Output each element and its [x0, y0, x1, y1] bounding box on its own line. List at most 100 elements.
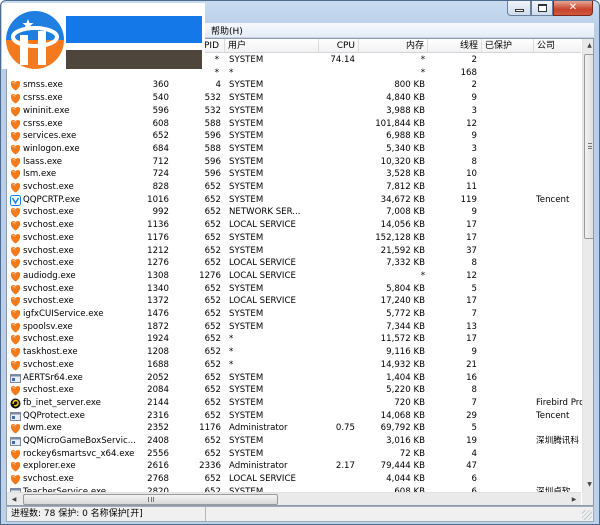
- memory-cell: 7,344 KB: [386, 321, 425, 332]
- parent-pid-cell: 652: [204, 258, 221, 269]
- process-row[interactable]: svchost.exe 1212 652 SYSTEM 21,592 KB 37: [7, 245, 581, 258]
- process-row[interactable]: lsm.exe 724 596 SYSTEM 3,528 KB 10: [7, 168, 581, 181]
- process-row[interactable]: svchost.exe 2084 652 SYSTEM 5,220 KB 8: [7, 384, 581, 397]
- shield-icon: [11, 271, 20, 282]
- pid-cell: 1308: [147, 270, 169, 281]
- column-threads[interactable]: 线程: [428, 39, 482, 53]
- scroll-up-arrow-icon[interactable]: ▲: [583, 39, 593, 53]
- threads-cell: 47: [466, 461, 477, 472]
- shield-icon: [11, 348, 20, 358]
- minimize-button[interactable]: [507, 1, 531, 16]
- scroll-down-arrow-icon[interactable]: ▼: [583, 478, 593, 492]
- scroll-left-arrow-icon[interactable]: ◀: [7, 493, 21, 505]
- status-bar: 进程数: 78 保护: 0 名称保护[开]: [6, 506, 594, 522]
- logo-icon: [6, 11, 64, 69]
- process-row[interactable]: csrss.exe 608 588 SYSTEM 101,844 KB 12: [7, 118, 581, 131]
- menu-help[interactable]: 帮助(H): [211, 24, 243, 37]
- column-memory[interactable]: 内存: [359, 39, 428, 53]
- memory-cell: 3,016 KB: [386, 436, 425, 446]
- parent-pid-cell: 652: [204, 296, 221, 307]
- window-controls: ✕: [507, 1, 593, 16]
- process-row[interactable]: services.exe 652 596 SYSTEM 6,988 KB 9: [7, 130, 581, 143]
- parent-pid-cell: 596: [204, 156, 221, 167]
- parent-pid-cell: 596: [204, 131, 221, 142]
- user-cell: SYSTEM: [229, 55, 264, 65]
- process-row[interactable]: dwm.exe 2352 1176 Administrator 0.75 69,792 K…: [7, 422, 581, 435]
- memory-cell: 79,444 KB: [380, 461, 425, 472]
- shield-icon: [11, 208, 20, 218]
- horizontal-scrollbar[interactable]: ◀ ▶: [7, 492, 581, 505]
- process-row[interactable]: svchost.exe 2768 652 LOCAL SERVICE 4,044 KB 6: [7, 473, 581, 486]
- threads-cell: 8: [471, 258, 477, 269]
- user-cell: Administrator: [229, 461, 288, 472]
- threads-cell: 17: [466, 334, 477, 345]
- process-row[interactable]: svchost.exe 1924 652 * 11,572 KB 17: [7, 333, 581, 346]
- parent-pid-cell: 1176: [199, 423, 221, 434]
- process-row[interactable]: AERTSr64.exe 2052 652 SYSTEM 1,404 KB 16: [7, 372, 581, 385]
- user-cell: SYSTEM: [229, 232, 264, 243]
- parent-pid-cell: 652: [204, 245, 221, 256]
- app-window-icon: [10, 373, 21, 383]
- user-cell: SYSTEM: [229, 80, 264, 91]
- user-cell: SYSTEM: [229, 182, 264, 192]
- pid-cell: 992: [152, 207, 169, 218]
- process-row[interactable]: audiodg.exe 1308 1276 LOCAL SERVICE * 12: [7, 270, 581, 283]
- user-cell: Administrator: [229, 423, 288, 434]
- process-row[interactable]: svchost.exe 1136 652 LOCAL SERVICE 14,056 KB…: [7, 219, 581, 232]
- maximize-button[interactable]: [531, 1, 553, 16]
- column-company[interactable]: 公司: [534, 39, 581, 53]
- column-user[interactable]: 用户: [225, 39, 319, 53]
- user-cell: SYSTEM: [229, 410, 264, 421]
- shield-icon: [11, 462, 20, 472]
- shield-icon: [11, 81, 20, 91]
- process-row[interactable]: rockey6smartsvc_x64.exe 2556 652 SYSTEM 72 K…: [7, 448, 581, 461]
- vertical-scroll-thumb[interactable]: [584, 54, 593, 239]
- process-row[interactable]: fb_inet_server.exe 2144 652 SYSTEM 720 KB 7 Fi…: [7, 397, 582, 410]
- process-row[interactable]: taskhost.exe 1208 652 * 9,116 KB 9: [7, 346, 581, 359]
- pid-cell: 596: [152, 105, 169, 116]
- shield-icon: [11, 246, 20, 256]
- process-row[interactable]: svchost.exe 1276 652 LOCAL SERVICE 7,332 KB 8: [7, 257, 581, 270]
- parent-pid-cell: 652: [204, 194, 221, 205]
- column-cpu[interactable]: CPU: [319, 39, 359, 53]
- column-pid[interactable]: PID: [203, 39, 225, 53]
- scroll-right-arrow-icon[interactable]: ▶: [567, 493, 581, 505]
- memory-cell: 3,528 KB: [386, 169, 425, 180]
- horizontal-scroll-thumb[interactable]: [23, 494, 278, 505]
- memory-cell: 6,988 KB: [386, 131, 425, 142]
- process-row[interactable]: svchost.exe 1688 652 * 14,932 KB 21: [7, 359, 581, 372]
- shield-icon: [11, 233, 20, 244]
- pid-cell: 1208: [147, 347, 169, 358]
- process-row[interactable]: svchost.exe 828 652 SYSTEM 7,812 KB 11: [7, 181, 581, 194]
- pid-cell: 652: [152, 131, 169, 142]
- process-row[interactable]: smss.exe 360 4 SYSTEM 800 KB 2: [7, 79, 581, 92]
- user-cell: SYSTEM: [229, 283, 264, 294]
- process-row[interactable]: svchost.exe 992 652 NETWORK SER... 7,008 KB 9: [7, 206, 581, 219]
- vertical-scrollbar[interactable]: ▲ ▼: [582, 39, 593, 492]
- process-row[interactable]: winlogon.exe 684 588 SYSTEM 5,340 KB 3: [7, 143, 581, 156]
- company-cell: Firebird Proje: [536, 397, 582, 408]
- grip-icon: [588, 143, 592, 149]
- process-row[interactable]: QQPCRTP.exe 1016 652 SYSTEM 34,672 KB 119 Tenc…: [7, 194, 581, 207]
- threads-cell: 5: [471, 283, 477, 294]
- process-row[interactable]: lsass.exe 712 596 SYSTEM 10,320 KB 8: [7, 156, 581, 169]
- process-row[interactable]: explorer.exe 2616 2336 Administrator 2.17 79,…: [7, 460, 581, 473]
- column-protected[interactable]: 已保护: [482, 39, 534, 53]
- parent-pid-cell: 652: [204, 436, 221, 446]
- process-row[interactable]: QQProtect.exe 2316 652 SYSTEM 14,068 KB 29 Ten…: [7, 410, 581, 423]
- memory-cell: 17,240 KB: [380, 296, 425, 307]
- resize-grip-icon[interactable]: [582, 510, 592, 520]
- process-row[interactable]: igfxCUIService.exe 1476 652 SYSTEM 5,772 KB 7: [7, 308, 581, 321]
- process-row[interactable]: spoolsv.exe 1872 652 SYSTEM 7,344 KB 13: [7, 321, 581, 334]
- process-row[interactable]: wininit.exe 596 532 SYSTEM 3,988 KB 3: [7, 105, 581, 118]
- process-row[interactable]: svchost.exe 1372 652 LOCAL SERVICE 17,240 KB…: [7, 295, 581, 308]
- memory-cell: 4,840 KB: [386, 93, 425, 104]
- process-row[interactable]: svchost.exe 1176 652 SYSTEM 152,128 KB 17: [7, 232, 581, 245]
- process-row[interactable]: QQMicroGameBoxServic... 2408 652 SYSTEM 3,01…: [7, 435, 581, 448]
- shield-icon: [11, 386, 20, 396]
- process-row[interactable]: csrss.exe 540 532 SYSTEM 4,840 KB 9: [7, 92, 581, 105]
- close-button[interactable]: ✕: [553, 1, 593, 16]
- threads-cell: 8: [471, 385, 477, 396]
- process-row[interactable]: svchost.exe 1340 652 SYSTEM 5,804 KB 5: [7, 283, 581, 296]
- user-cell: SYSTEM: [229, 169, 264, 180]
